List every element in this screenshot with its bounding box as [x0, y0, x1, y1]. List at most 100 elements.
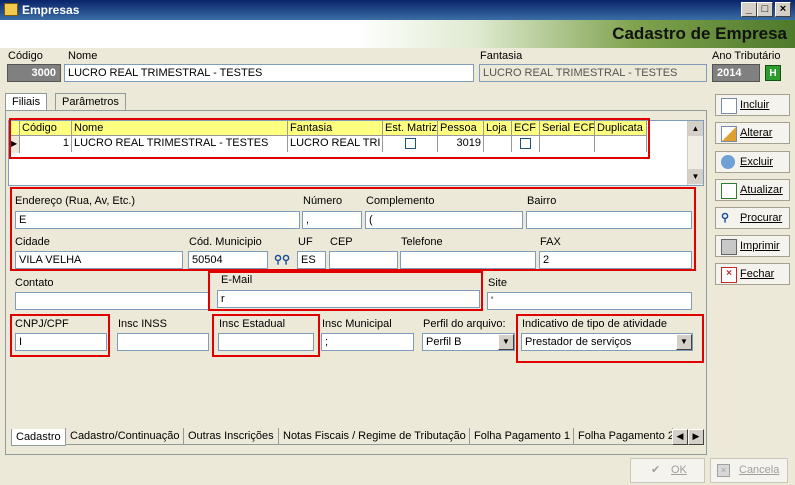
tab-cadastro-continuacao[interactable]: Cadastro/Continuação: [65, 428, 185, 445]
atualizar-label: Atualizar: [740, 184, 783, 196]
codigo-field[interactable]: 3000: [7, 64, 61, 82]
cancel-button[interactable]: × Cancela: [710, 458, 788, 483]
row-indicator-icon: ▶: [11, 136, 20, 153]
nome-field[interactable]: LUCRO REAL TRIMESTRAL - TESTES: [64, 64, 474, 82]
binoculars-icon: ⚲: [721, 212, 730, 224]
excluir-button[interactable]: Excluir: [715, 151, 790, 173]
ok-label: OK: [671, 464, 687, 476]
col-codigo[interactable]: Código: [20, 121, 72, 136]
cell-nome[interactable]: LUCRO REAL TRIMESTRAL - TESTES: [72, 136, 288, 152]
atividade-dropdown-icon[interactable]: ▼: [676, 334, 692, 350]
tab-folha-pagamento-2[interactable]: Folha Pagamento 2: [573, 428, 673, 445]
site-field[interactable]: ': [487, 292, 692, 310]
insc-municipal-label: Insc Municipal: [322, 318, 392, 330]
cod-municipio-field[interactable]: 50504: [188, 251, 268, 269]
delete-icon: [721, 155, 735, 169]
col-est-matriz[interactable]: Est. Matriz: [383, 121, 438, 136]
binoculars-search-icon[interactable]: ⚲⚲: [274, 253, 290, 267]
maximize-button[interactable]: □: [757, 2, 773, 17]
numero-label: Número: [303, 195, 343, 207]
cod-municipio-label: Cód. Municipio: [189, 236, 262, 248]
refresh-icon: [721, 183, 737, 199]
col-nome[interactable]: Nome: [72, 121, 288, 136]
close-button[interactable]: ×: [775, 2, 791, 17]
grid-corner: [11, 121, 20, 136]
scroll-down-icon[interactable]: ▼: [688, 169, 703, 184]
incluir-label: Incluir: [740, 99, 770, 111]
alterar-button[interactable]: Alterar: [715, 122, 790, 144]
tab-folha-pagamento-1[interactable]: Folha Pagamento 1: [469, 428, 576, 445]
cep-field[interactable]: [329, 251, 398, 269]
tabs-scroll-left-icon[interactable]: ◀: [672, 429, 688, 445]
fechar-button[interactable]: × Fechar: [715, 263, 790, 285]
grid-scrollbar[interactable]: ▲ ▼: [687, 121, 703, 185]
page-title: Cadastro de Empresa: [612, 24, 787, 43]
tab-filiais[interactable]: Filiais: [5, 93, 48, 111]
endereco-field[interactable]: E: [15, 211, 300, 229]
cell-ecf[interactable]: [512, 136, 540, 152]
insc-municipal-field[interactable]: ;: [321, 333, 414, 351]
col-duplicata[interactable]: Duplicata: [595, 121, 647, 136]
ano-history-button[interactable]: H: [765, 65, 781, 81]
col-ecf[interactable]: ECF: [512, 121, 540, 136]
complemento-label: Complemento: [366, 195, 435, 207]
col-fantasia[interactable]: Fantasia: [288, 121, 383, 136]
minimize-button[interactable]: _: [741, 2, 757, 17]
cell-fantasia[interactable]: LUCRO REAL TRI: [288, 136, 383, 152]
procurar-button[interactable]: ⚲ Procurar: [715, 207, 790, 229]
atualizar-button[interactable]: Atualizar: [715, 179, 790, 201]
edit-icon: [721, 126, 737, 142]
email-label: E-Mail: [221, 274, 253, 286]
procurar-label: Procurar: [740, 212, 783, 224]
cell-duplicata[interactable]: [595, 136, 647, 152]
complemento-field[interactable]: (: [365, 211, 523, 229]
incluir-button[interactable]: Incluir: [715, 94, 790, 116]
col-serial-ecf[interactable]: Serial ECF: [540, 121, 595, 136]
fax-field[interactable]: 2: [539, 251, 692, 269]
printer-icon: [721, 239, 737, 255]
tab-outras-inscricoes[interactable]: Outras Inscrições: [183, 428, 279, 445]
fantasia-field[interactable]: LUCRO REAL TRIMESTRAL - TESTES: [479, 64, 707, 82]
ok-button[interactable]: ✔ OK: [630, 458, 705, 483]
uf-field[interactable]: ES: [297, 251, 326, 269]
perfil-dropdown-icon[interactable]: ▼: [498, 334, 514, 350]
imprimir-button[interactable]: Imprimir: [715, 235, 790, 257]
header-banner: Cadastro de Empresa: [0, 20, 795, 48]
telefone-field[interactable]: [400, 251, 536, 269]
insc-estadual-field[interactable]: [218, 333, 314, 351]
cidade-label: Cidade: [15, 236, 50, 248]
email-field[interactable]: r: [217, 290, 480, 308]
ecf-checkbox[interactable]: [520, 138, 531, 149]
contato-field[interactable]: [15, 292, 210, 310]
insc-estadual-label: Insc Estadual: [219, 318, 286, 330]
ano-label: Ano Tributário: [712, 50, 781, 62]
cep-label: CEP: [330, 236, 353, 248]
cell-codigo[interactable]: 1: [20, 136, 72, 152]
cell-pessoa[interactable]: 3019: [438, 136, 484, 152]
inss-field[interactable]: [117, 333, 209, 351]
tab-cadastro[interactable]: Cadastro: [11, 429, 66, 446]
tab-parametros[interactable]: Parâmetros: [55, 93, 126, 110]
est-matriz-checkbox[interactable]: [404, 138, 416, 149]
telefone-label: Telefone: [401, 236, 443, 248]
new-document-icon: [721, 98, 737, 114]
atividade-select[interactable]: Prestador de serviços: [521, 333, 693, 351]
col-loja[interactable]: Loja: [484, 121, 512, 136]
numero-field[interactable]: ,: [302, 211, 362, 229]
codigo-label: Código: [8, 50, 43, 62]
ano-field[interactable]: 2014: [712, 64, 760, 82]
scroll-up-icon[interactable]: ▲: [688, 121, 703, 136]
check-icon: ✔: [651, 464, 661, 476]
inss-label: Insc INSS: [118, 318, 167, 330]
cnpj-field[interactable]: I: [15, 333, 107, 351]
cell-loja[interactable]: [484, 136, 512, 152]
col-pessoa[interactable]: Pessoa: [438, 121, 484, 136]
tabs-scroll-right-icon[interactable]: ▶: [688, 429, 704, 445]
bairro-field[interactable]: [526, 211, 692, 229]
title-bar: Empresas _ □ ×: [0, 0, 795, 20]
tab-notas-fiscais[interactable]: Notas Fiscais / Regime de Tributação: [278, 428, 471, 445]
cell-est-matriz[interactable]: [383, 136, 438, 152]
cidade-field[interactable]: VILA VELHA: [15, 251, 183, 269]
cancel-label: Cancela: [739, 464, 780, 476]
cell-serial-ecf[interactable]: [540, 136, 595, 152]
